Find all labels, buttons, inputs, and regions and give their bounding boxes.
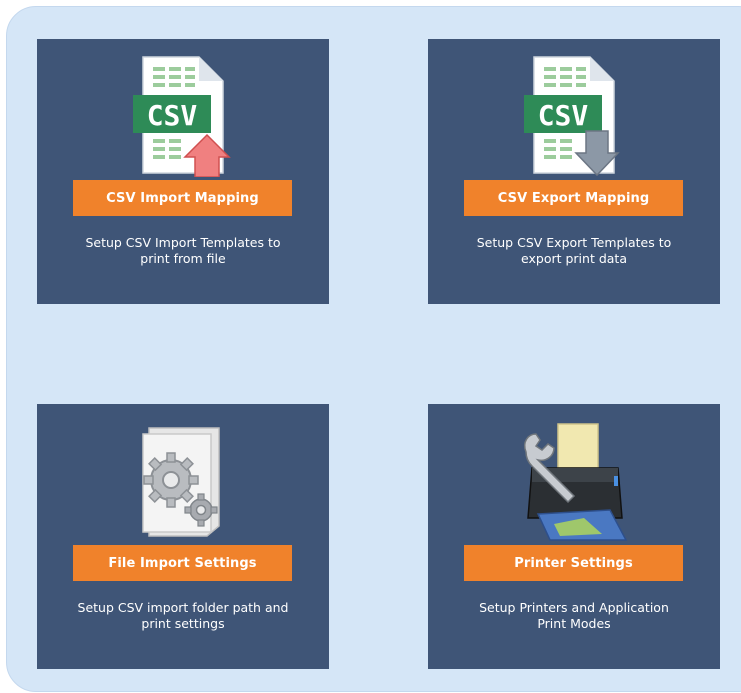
tile-csv-import[interactable]: CSV CSV Import Mapping Setup CSV Import … [37,39,329,304]
tile-printer-settings[interactable]: Printer Settings Setup Printers and Appl… [428,404,720,669]
csv-badge-text: CSV [538,99,589,132]
csv-badge-text: CSV [147,99,198,132]
settings-panel: CSV CSV Import Mapping Setup CSV Import … [6,6,741,692]
printer-wrench-icon [524,423,628,541]
csv-import-description: Setup CSV Import Templates to print from… [85,235,281,266]
printer-settings-description: Setup Printers and Application Print Mod… [479,600,669,631]
file-import-settings-button[interactable]: File Import Settings [73,545,292,581]
file-import-description: Setup CSV import folder path and print s… [77,600,289,631]
gears-document-icon [142,427,220,537]
csv-import-icon: CSV [133,56,231,177]
csv-import-mapping-button[interactable]: CSV Import Mapping [73,180,292,216]
csv-export-mapping-button[interactable]: CSV Export Mapping [464,180,683,216]
tile-file-import[interactable]: File Import Settings Setup CSV import fo… [37,404,329,669]
csv-export-description: Setup CSV Export Templates to export pri… [476,235,672,266]
tile-csv-export[interactable]: CSV CSV Export Mapping Setup CSV Export … [428,39,720,304]
printer-settings-button[interactable]: Printer Settings [464,545,683,581]
csv-export-icon: CSV [524,56,620,177]
